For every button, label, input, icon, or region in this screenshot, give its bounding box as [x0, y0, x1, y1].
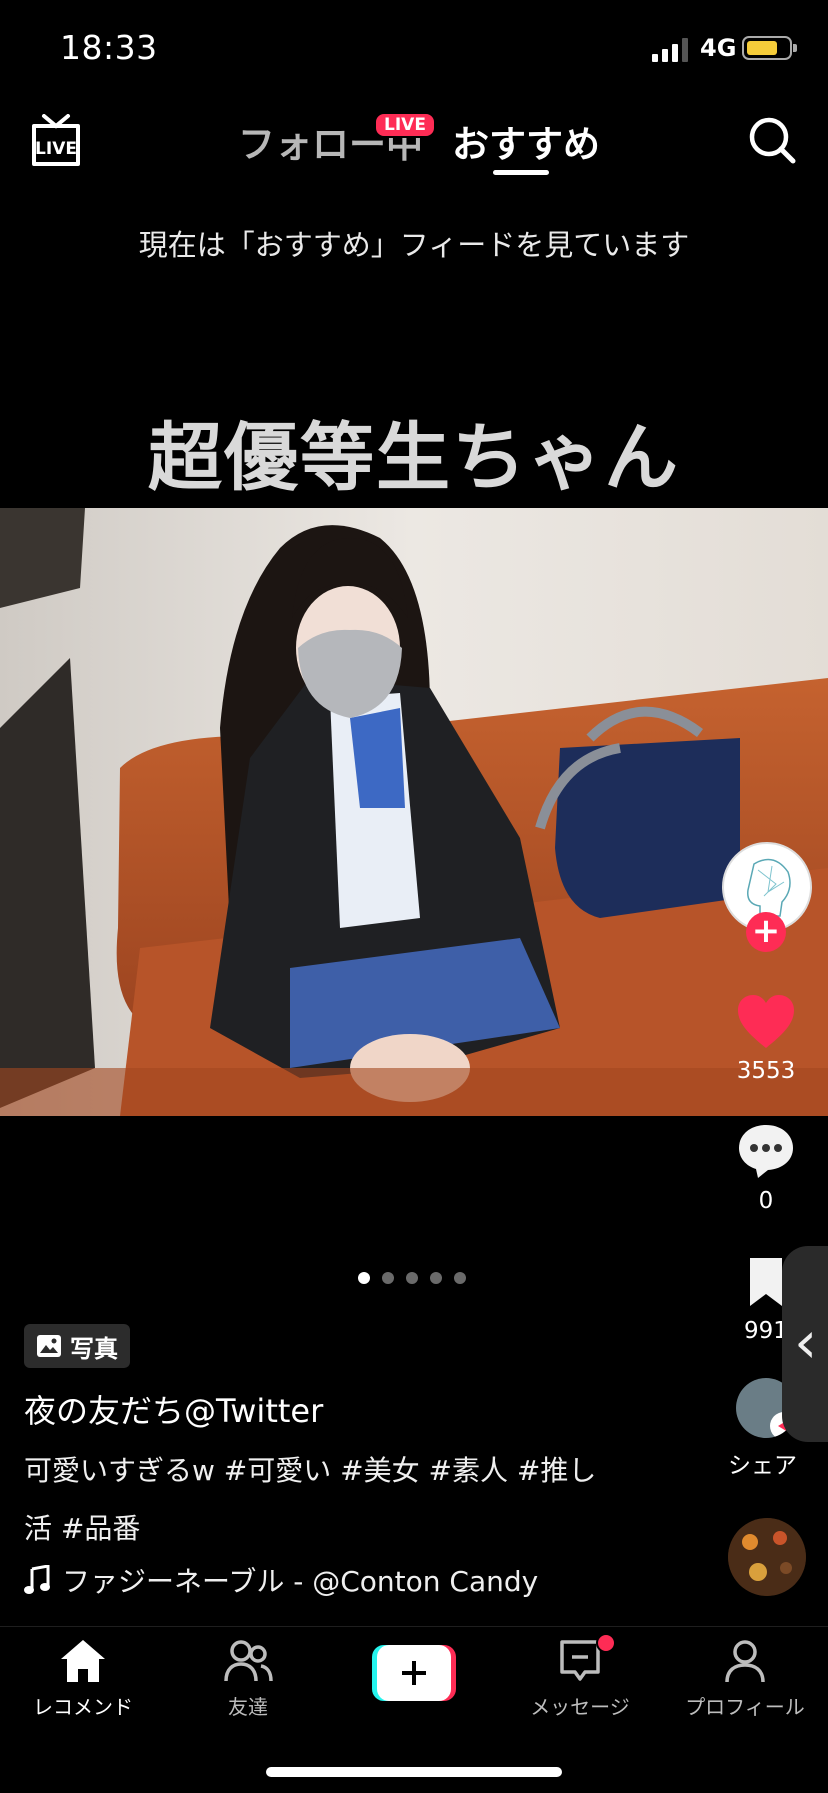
post-headline: 超優等生ちゃん: [148, 415, 680, 501]
nav-friends-label: 友達: [228, 1695, 268, 1719]
nav-home-label: レコメンド: [33, 1695, 133, 1719]
music-title: ファジーネーブル - @Conton Candy: [62, 1565, 539, 1598]
live-badge: LIVE: [374, 112, 436, 138]
active-tab-indicator: [493, 170, 549, 175]
page-dot[interactable]: [454, 1272, 466, 1284]
notification-dot: [596, 1633, 616, 1653]
nav-inbox-label: メッセージ: [530, 1695, 630, 1719]
post-caption: 可愛いすぎるw #可愛い #美女 #素人 #推し活 #品番: [24, 1454, 597, 1545]
page-dot[interactable]: [430, 1272, 442, 1284]
side-panel-handle[interactable]: ‹: [782, 1246, 828, 1442]
nav-profile[interactable]: プロフィール: [670, 1637, 820, 1720]
home-icon: [61, 1640, 105, 1682]
status-time: 18:33: [60, 28, 158, 67]
post-photo[interactable]: [0, 508, 828, 1116]
home-indicator: [266, 1767, 562, 1777]
photo-type-badge: 写真: [24, 1324, 130, 1368]
bookmark-icon[interactable]: [746, 1256, 786, 1308]
page-dot[interactable]: [406, 1272, 418, 1284]
search-icon[interactable]: [748, 116, 796, 164]
page-dot[interactable]: [382, 1272, 394, 1284]
network-label: 4G: [700, 34, 737, 62]
music-disc[interactable]: [728, 1518, 806, 1596]
heart-icon[interactable]: [736, 994, 796, 1050]
carousel-pagination: [358, 1272, 466, 1284]
nav-home[interactable]: レコメンド: [8, 1637, 158, 1720]
nav-profile-label: プロフィール: [685, 1695, 805, 1719]
friends-icon: [224, 1640, 273, 1682]
profile-icon: [725, 1640, 765, 1683]
image-icon: [37, 1335, 61, 1357]
photo-scene: [0, 508, 828, 1116]
tab-recommended[interactable]: おすすめ: [452, 114, 600, 168]
signal-icon: [652, 38, 688, 62]
live-tv-icon[interactable]: LIVE: [30, 114, 82, 168]
music-note-icon: [24, 1565, 50, 1594]
create-plus-icon[interactable]: [372, 1645, 456, 1701]
comment-icon[interactable]: [736, 1122, 796, 1180]
nav-inbox[interactable]: メッセージ: [505, 1637, 655, 1720]
comment-count: 0: [758, 1188, 774, 1214]
like-count: 3553: [736, 1058, 796, 1084]
nav-friends[interactable]: 友達: [173, 1637, 323, 1720]
photo-badge-label: 写真: [70, 1334, 118, 1363]
feed-notice: 現在は「おすすめ」フィードを見ています: [138, 228, 690, 262]
share-label[interactable]: シェア: [728, 1446, 797, 1480]
author-name[interactable]: 夜の友だち@Twitter: [24, 1386, 323, 1432]
page-dot[interactable]: [358, 1272, 370, 1284]
svg-text:LIVE: LIVE: [35, 139, 77, 159]
follow-button[interactable]: +: [746, 912, 786, 952]
battery-icon: [742, 36, 797, 60]
music-info[interactable]: ファジーネーブル - @Conton Candy: [24, 1560, 538, 1600]
chevron-left-icon: ‹: [794, 1308, 818, 1376]
